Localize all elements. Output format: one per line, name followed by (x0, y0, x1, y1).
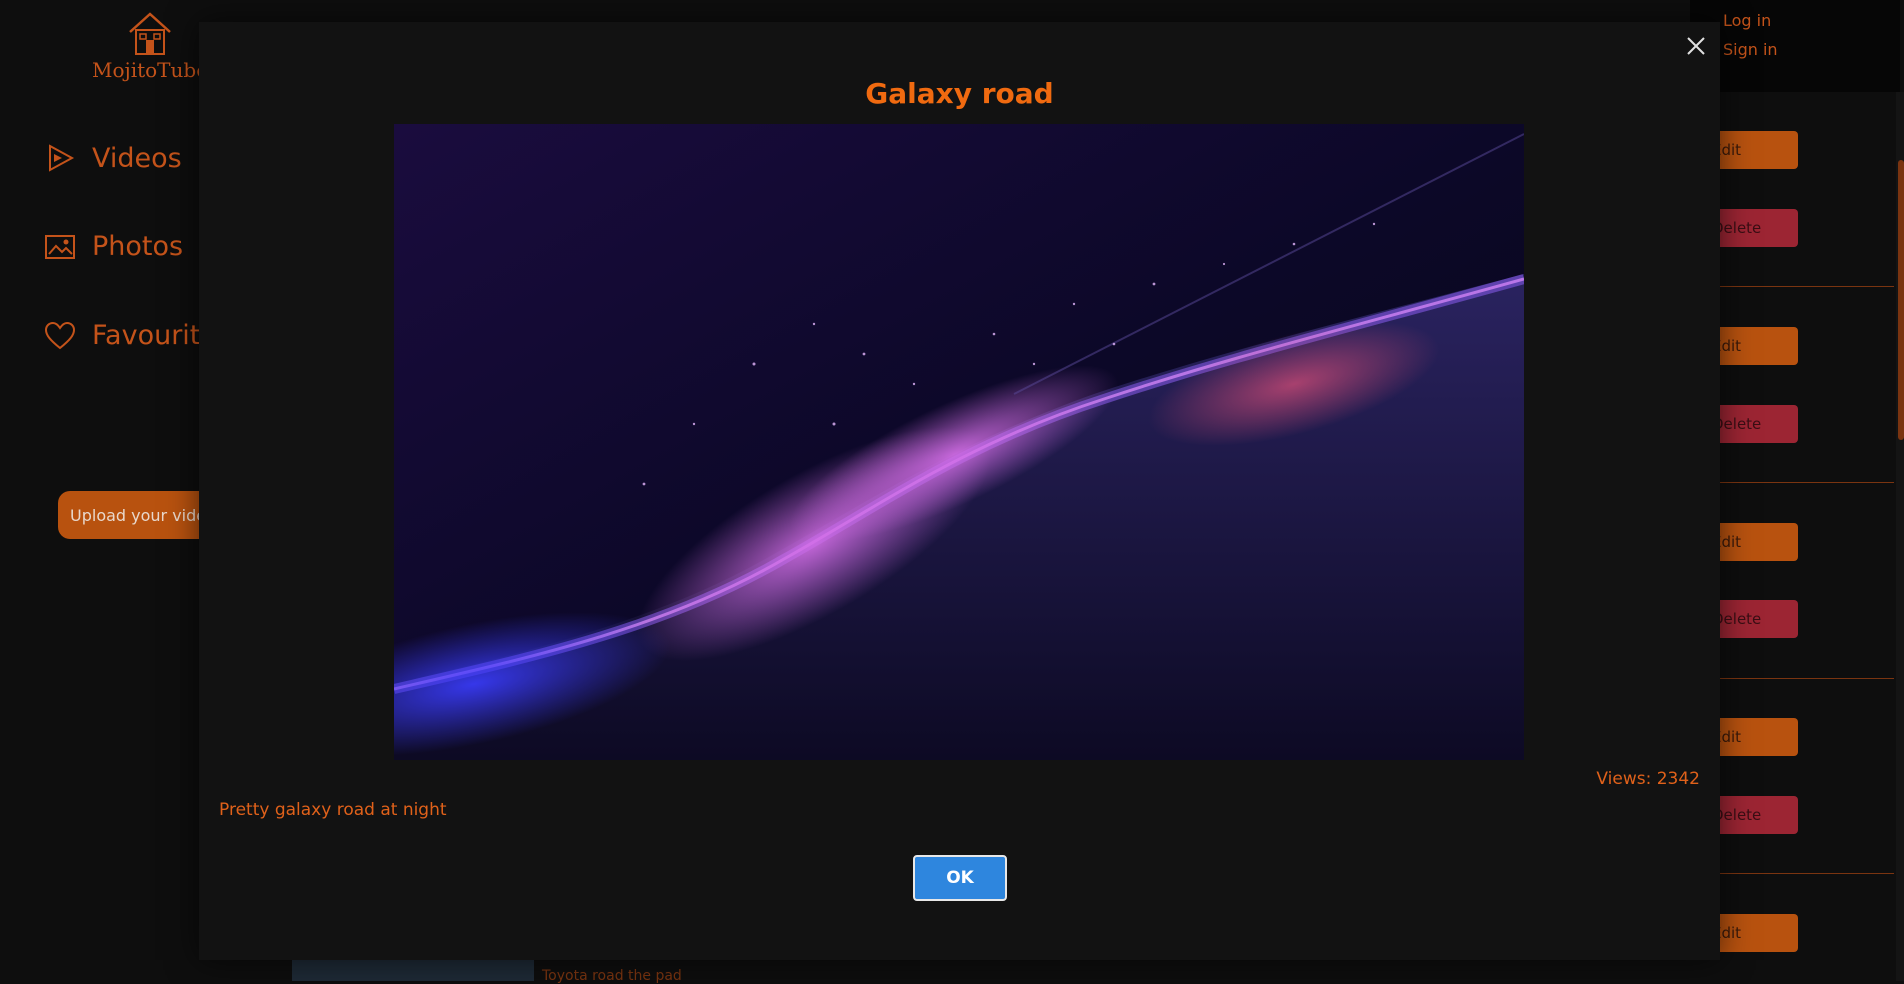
sidebar-item-photos[interactable]: Photos (44, 231, 183, 262)
image-icon (45, 234, 75, 259)
galaxy-road-image (394, 124, 1524, 760)
sidebar-item-label: Videos (92, 142, 182, 174)
top-bar (1690, 0, 1900, 92)
logo[interactable]: MojitoTube (90, 10, 210, 82)
galaxy-road-photo (394, 124, 1524, 760)
row-divider (1700, 873, 1894, 874)
views-count: Views: 2342 (1596, 769, 1700, 789)
row-divider (1700, 678, 1894, 679)
photo-description: Pretty galaxy road at night (219, 800, 447, 820)
modal-title: Galaxy road (865, 77, 1054, 110)
logo-text: MojitoTube (91, 58, 209, 82)
row-divider (1700, 286, 1894, 287)
video-thumbnail[interactable] (292, 960, 534, 981)
ok-button[interactable]: OK (913, 855, 1007, 901)
sidebar-item-videos[interactable]: Videos (44, 142, 182, 174)
login-link[interactable]: Log in (1723, 11, 1771, 30)
signin-link[interactable]: Sign in (1723, 40, 1778, 59)
scrollbar-thumb[interactable] (1898, 160, 1904, 440)
house-logo-icon (129, 12, 171, 55)
photo-modal: Galaxy road Views: 2342 Pretty galaxy ro… (199, 22, 1720, 960)
sidebar-item-label: Photos (92, 231, 184, 262)
close-icon[interactable] (1684, 34, 1708, 58)
heart-icon (44, 321, 76, 349)
row-divider (1700, 482, 1894, 483)
video-caption: Toyota road the pad (542, 968, 682, 984)
play-icon (49, 144, 75, 172)
